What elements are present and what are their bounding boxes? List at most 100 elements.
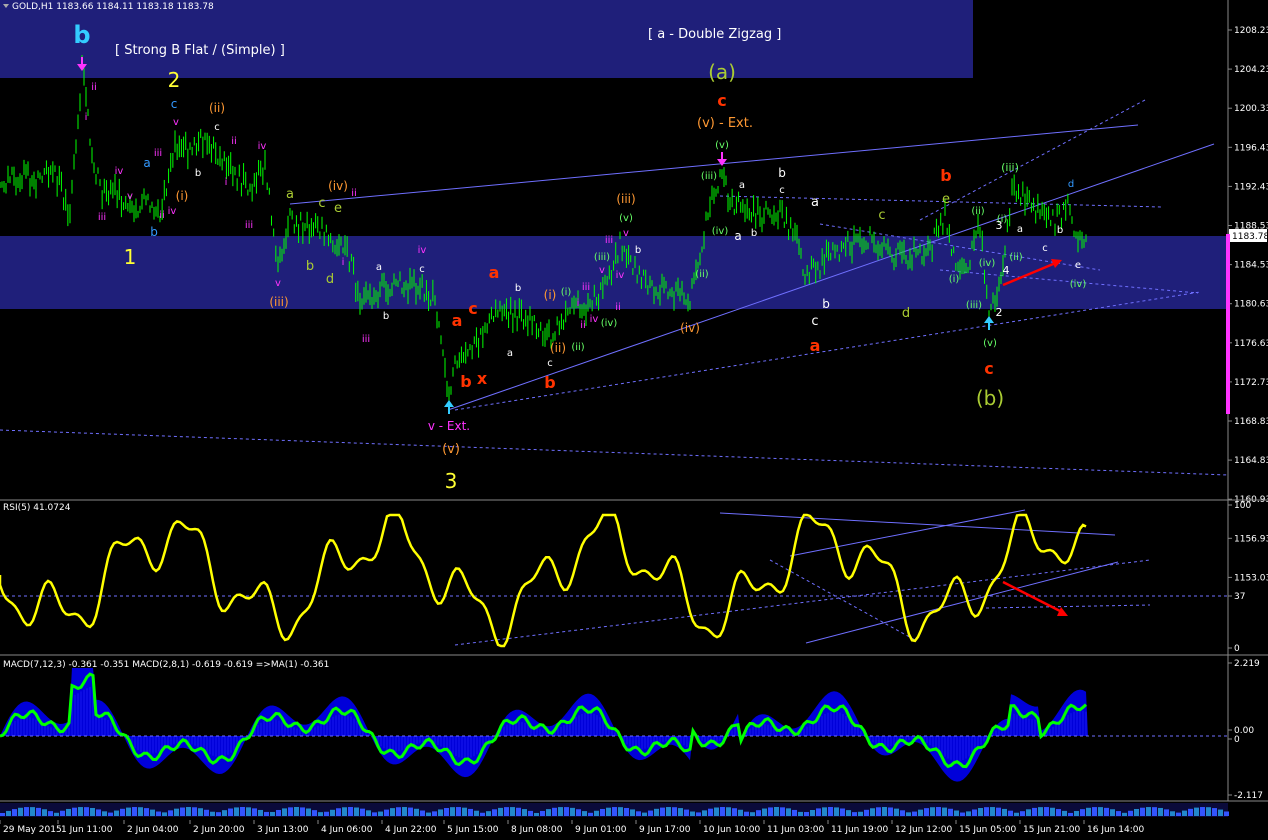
nav-bar [360,808,365,816]
nav-bar [702,810,707,816]
nav-bar [930,807,935,816]
banner-left: [ Strong B Flat / (Simple) ] [115,43,285,58]
wave-label: (i) [176,189,189,203]
time-tick-label: 3 Jun 13:00 [257,825,309,835]
wave-label: b [73,21,90,49]
nav-bar [948,808,953,816]
nav-bar [348,807,353,816]
wave-label: (a) [708,60,736,84]
nav-bar [1170,811,1175,816]
nav-bar [6,810,11,816]
time-tick-label: 5 Jun 15:00 [447,825,499,835]
wave-label: e [942,192,950,207]
wave-label: (v) [619,213,633,224]
wave-label: b [306,259,314,274]
nav-bar [78,807,83,816]
nav-bar [1080,809,1085,816]
time-tick-label: 9 Jun 17:00 [639,825,691,835]
wave-label: i [577,298,580,309]
macd-header: MACD(7,12,3) -0.361 -0.351 MACD(2,8,1) -… [3,660,329,670]
wave-label: (iii) [1001,161,1019,174]
nav-bar [912,811,917,816]
nav-bar [312,810,317,816]
nav-bar [276,809,281,816]
nav-bar [252,808,257,816]
nav-bar [468,808,473,816]
wave-label: ii [351,188,357,199]
wave-label: b [1057,225,1063,236]
nav-bar [1206,807,1211,816]
wave-label: b [150,225,158,239]
nav-bar [690,811,695,816]
nav-bar [564,807,569,816]
nav-bar [744,811,749,816]
nav-bar [756,810,761,816]
nav-bar [1200,807,1205,816]
macd-tick-label: 2.219 [1234,659,1260,669]
nav-bar [240,807,245,816]
wave-label: c [547,358,553,369]
nav-bar [576,809,581,816]
wave-label: d [326,272,334,287]
nav-bar [600,808,605,816]
wave-label: iv [168,206,177,217]
nav-bar [480,812,485,816]
time-tick-label: 2 Jun 20:00 [193,825,245,835]
nav-bar [84,807,89,816]
nav-bar [852,812,857,816]
nav-bar [18,807,23,816]
nav-bar [1176,812,1181,816]
nav-bar [510,807,515,816]
nav-bar [1098,807,1103,816]
nav-bar [720,807,725,816]
price-tick-label: 1204.23 [1234,65,1268,75]
nav-bar [1068,812,1073,816]
wave-label: d [1068,179,1074,190]
wave-label: i [225,177,228,188]
wave-label: (ii) [1009,252,1022,263]
nav-bar [1158,807,1163,816]
time-tick-label: 8 Jun 08:00 [511,825,563,835]
nav-bar [126,807,131,816]
wave-label: 1 [124,245,137,269]
symbol-header: GOLD,H1 1183.66 1184.11 1183.18 1183.78 [12,2,214,12]
time-tick-label: 2 Jun 04:00 [127,825,179,835]
nav-bar [396,807,401,816]
nav-bar [54,812,59,816]
wave-label: d [902,306,910,321]
wave-label: e [1075,260,1081,271]
nav-bar [426,812,431,816]
price-tick-label: 1176.63 [1234,339,1268,349]
wave-label: (v) - Ext. [697,116,753,131]
nav-bar [48,811,53,816]
nav-bar [786,808,791,816]
nav-bar [408,807,413,816]
nav-bar [102,811,107,816]
nav-bar [1074,810,1079,816]
wave-label: (i) [949,274,960,285]
nav-bar [1104,807,1109,816]
wave-label: a [376,262,382,273]
nav-bar [0,813,5,816]
nav-bar [402,807,407,816]
price-tick-label: 1172.73 [1234,378,1268,388]
nav-bar [192,807,197,816]
nav-bar [780,807,785,816]
nav-bar [924,808,929,816]
nav-bar [870,808,875,816]
wave-label: iv [115,166,124,177]
wave-label: b [751,228,757,239]
wave-label: c [984,359,993,378]
wave-label: c [468,299,477,318]
time-tick-label: 11 Jun 19:00 [831,825,888,835]
banner-right: [ a - Double Zigzag ] [648,27,781,42]
macd-panel: MACD(7,12,3) -0.361 -0.351 MACD(2,8,1) -… [0,655,1263,801]
nav-bar [834,807,839,816]
nav-bar [372,812,377,816]
nav-bar [906,812,911,816]
time-tick-label: 10 Jun 10:00 [703,825,760,835]
nav-bar [42,809,47,816]
wave-label: (ii) [971,206,984,217]
wave-label: 3 [996,219,1003,232]
nav-bar [1140,807,1145,816]
